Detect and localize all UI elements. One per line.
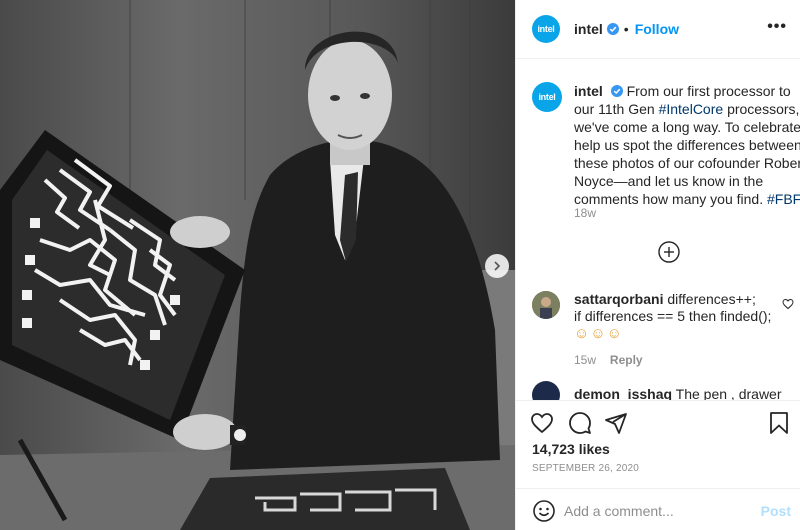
caption-timestamp[interactable]: 18w [574,206,596,220]
avatar-logo-text: intel [538,92,556,102]
avatar[interactable]: intel [532,15,560,43]
post-dialog: intel intel • Follow ••• intel intel Fro… [0,0,800,530]
add-comment-bar: Post [516,488,800,530]
heart-icon[interactable] [530,411,554,435]
comment-text-line1: differences++; [667,291,756,307]
noyce-photo [0,0,515,530]
likes-count[interactable]: 14,723 likes [532,441,610,457]
share-icon[interactable] [604,411,628,435]
comment-item: sattarqorbani differences++; if differen… [574,291,774,342]
next-photo-icon [494,261,501,271]
comment-username[interactable]: sattarqorbani [574,291,663,307]
caption-avatar[interactable]: intel [532,82,562,112]
post-comment-button[interactable]: Post [761,503,791,519]
hashtag-link[interactable]: #FBF [767,191,800,207]
comment-icon[interactable] [568,411,592,435]
post-side-panel: intel intel • Follow ••• intel intel Fro… [515,0,800,530]
hashtag-link[interactable]: #IntelCore [659,101,724,117]
comment-timestamp[interactable]: 15w [574,353,596,367]
caption-username[interactable]: intel [574,83,603,99]
comment-emojis: ☺☺☺ [574,325,623,342]
comment-like-heart-icon[interactable] [782,298,794,310]
avatar-logo-text: intel [537,24,555,34]
verified-badge-icon [610,85,623,97]
comment-avatar[interactable] [532,291,560,319]
emoji-icon[interactable] [532,499,556,523]
header-username[interactable]: intel [574,21,603,37]
comments-list[interactable]: intel intel From our first processor to … [516,60,800,400]
comment-text-line2: if differences == 5 then finded(); [574,308,772,324]
avatar-image [532,291,560,319]
comment-meta: 15w Reply [574,351,643,367]
header-separator: • [623,21,629,37]
comment-avatar[interactable] [532,381,560,400]
post-date[interactable]: SEPTEMBER 26, 2020 [532,463,639,474]
comment-username[interactable]: demon_isshaq [574,386,672,400]
load-more-comments-icon[interactable] [658,241,680,263]
post-header: intel intel • Follow ••• [516,0,800,59]
reply-button[interactable]: Reply [610,353,643,367]
caption-text: intel From our first processor to our 11… [574,82,800,208]
next-photo-button[interactable] [485,254,509,278]
bookmark-icon[interactable] [767,411,791,435]
comment-text: The pen , drawer [675,386,782,400]
more-options-icon[interactable]: ••• [767,19,787,35]
comment-item: demon_isshaq The pen , drawer [574,386,789,400]
post-photo[interactable] [0,0,515,530]
follow-button[interactable]: Follow [635,21,679,37]
post-actions: 14,723 likes SEPTEMBER 26, 2020 Post [516,400,800,530]
add-comment-input[interactable] [564,497,754,525]
verified-badge-icon [606,23,619,35]
